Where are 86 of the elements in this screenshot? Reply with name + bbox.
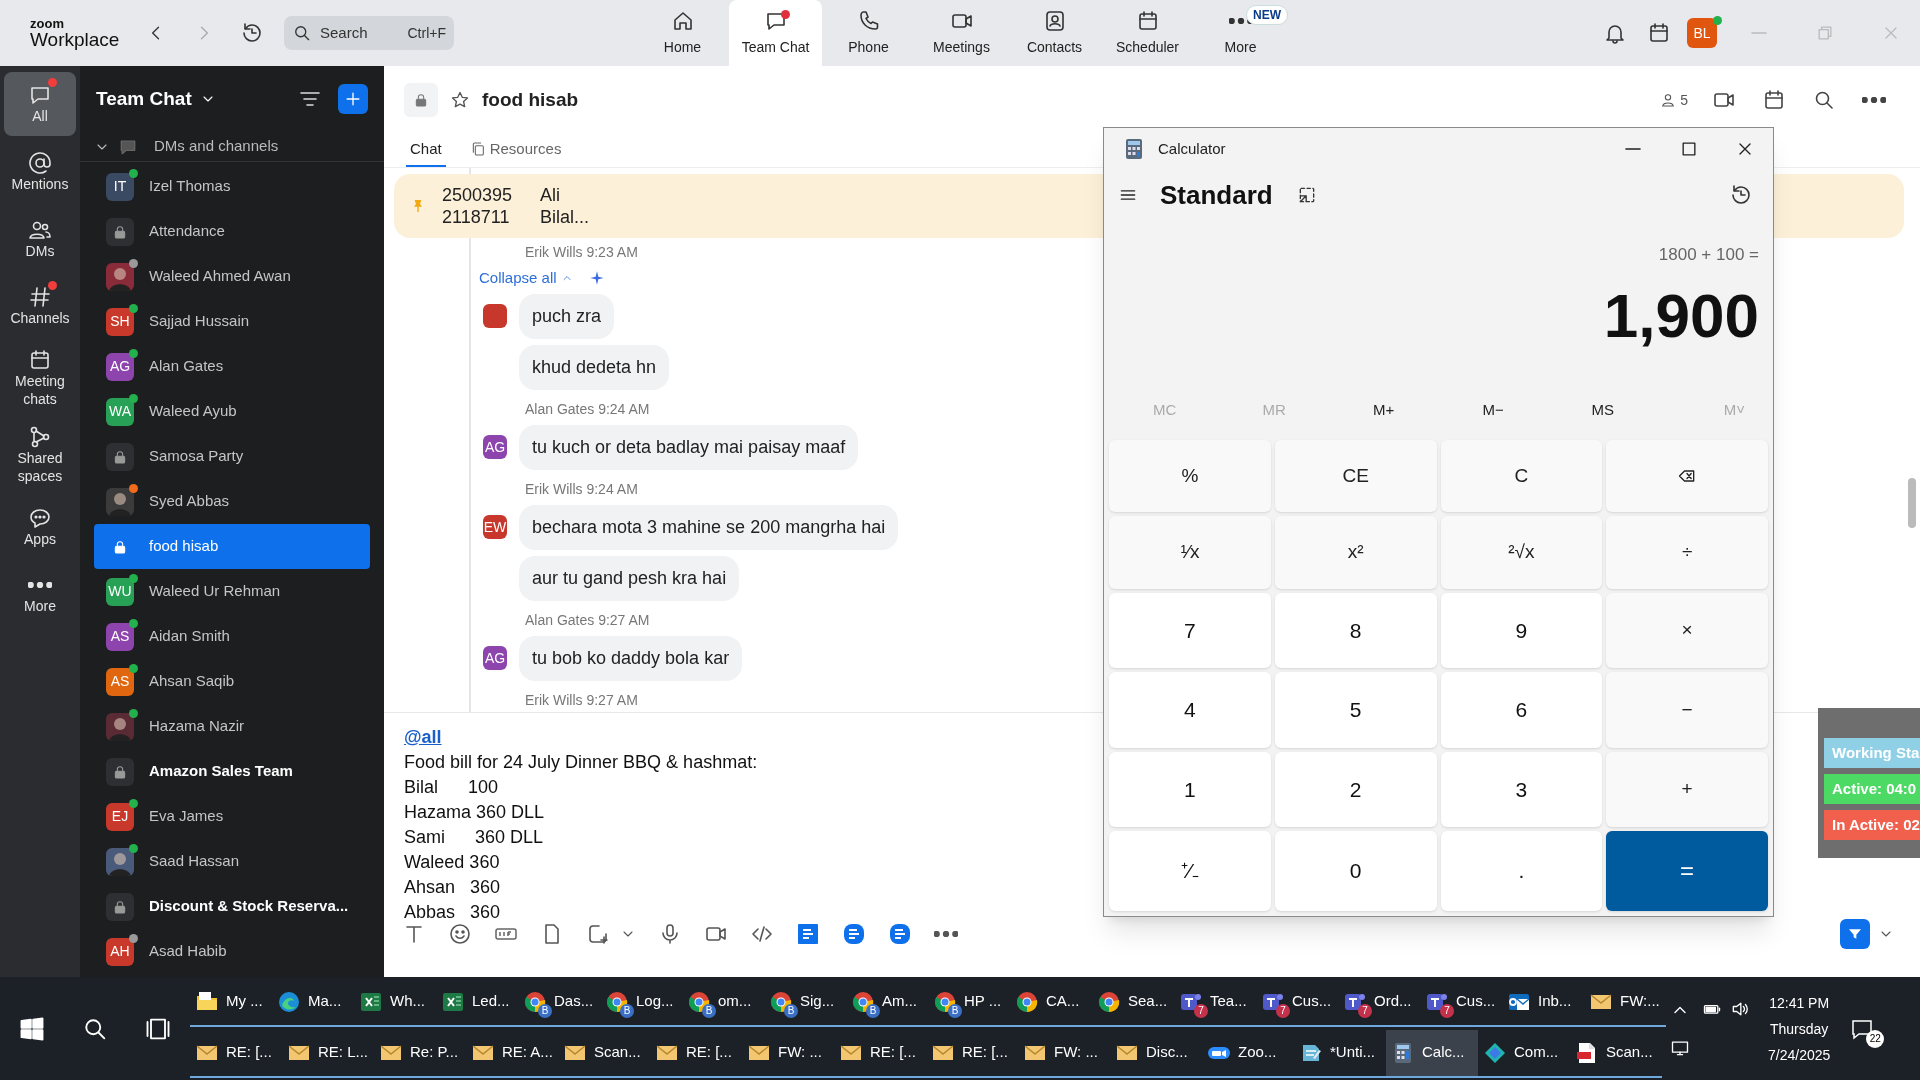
message-bubble: khud dedeta hn	[519, 345, 670, 390]
logo-text: Workplace	[30, 30, 121, 49]
message-bubble: puch zra	[519, 294, 615, 339]
app-badge: 7	[1440, 1003, 1454, 1018]
logo-text: zoom	[30, 17, 65, 30]
channel-name: Waleed Ur Rehman	[149, 581, 281, 602]
avatar: WA	[106, 397, 134, 426]
memory-button: M˅	[1723, 398, 1745, 422]
app-badge: B	[702, 1003, 716, 1018]
message-draft-line: Hazama 360 DLL	[404, 801, 545, 824]
status-row: Working Sta	[1824, 738, 1920, 768]
app-badge: 7	[1276, 1003, 1290, 1018]
memory-button: MC	[1110, 398, 1220, 422]
avatar: IT	[106, 172, 134, 201]
channel-name: Sajjad Hussain	[149, 311, 250, 332]
message-draft-line: Bilal 100	[404, 776, 499, 799]
message-bubble: aur tu gand pesh kra hai	[519, 556, 740, 601]
app-badge: B	[620, 1003, 634, 1018]
message-time: 9:24 AM	[598, 401, 650, 417]
avatar: AG	[106, 352, 134, 381]
message-draft-line: Sami 360 DLL	[404, 826, 544, 849]
clock-time: 12:41 PM	[1769, 993, 1830, 1013]
sender-name: Erik Wills	[525, 244, 583, 260]
window-title: Calculator	[1158, 138, 1226, 159]
avatar: AG	[483, 646, 507, 670]
avatar: SH	[106, 307, 134, 336]
channel-name: Waleed Ahmed Awan	[149, 266, 291, 287]
sender-name: Alan Gates	[525, 401, 595, 417]
channel-name: Waleed Ayub	[149, 401, 237, 422]
sender-name: Alan Gates	[525, 612, 595, 628]
avatar: EJ	[106, 802, 134, 831]
avatar: AH	[106, 937, 134, 966]
clock-day: Thursday	[1769, 1015, 1829, 1042]
channel-name: Syed Abbas	[149, 491, 230, 512]
memory-button: MR	[1219, 398, 1329, 422]
channel-name: Ahsan Saqib	[149, 671, 235, 692]
app-badge: 7	[1194, 1003, 1208, 1018]
sender-name: Erik Wills	[525, 692, 583, 708]
channel-name: food hisab	[149, 536, 219, 557]
message-draft-line: Abbas 360	[404, 901, 501, 924]
message-draft-line: Ahsan 360	[404, 876, 501, 899]
pinned-text: Ali	[540, 184, 562, 206]
result-display: 1,900	[1603, 279, 1759, 352]
new-badge: NEW	[1246, 5, 1288, 25]
channel-title: food hisab	[482, 87, 579, 112]
app-badge: B	[948, 1003, 962, 1018]
pinned-text: Bilal...	[540, 206, 590, 228]
message-time: 9:27 AM	[598, 612, 650, 628]
avatar: EW	[483, 515, 507, 539]
channel-name: Aidan Smith	[149, 626, 230, 647]
sender-name: Erik Wills	[525, 481, 583, 497]
message-bubble: tu kuch or deta badlay mai paisay maaf	[519, 425, 859, 470]
message-draft-line: Food bill for 24 July Dinner BBQ & hashmat:	[404, 751, 758, 774]
channel-name: Amazon Sales Team	[149, 761, 293, 782]
status-row: Active: 04:0	[1824, 774, 1920, 804]
expression-text: 1800 + 100 =	[1658, 244, 1759, 266]
app-badge: B	[866, 1003, 880, 1018]
notification-count: 22	[1866, 1029, 1885, 1048]
message-time: 9:27 AM	[586, 692, 638, 708]
message-draft-line: Waleed 360	[404, 851, 500, 874]
channel-name: Hazama Nazir	[149, 716, 245, 737]
pinned-text: 2118711	[442, 206, 511, 228]
app-badge: 7	[1358, 1003, 1372, 1018]
channel-name: Samosa Party	[149, 446, 244, 467]
calculator-mode: Standard	[1160, 178, 1273, 212]
status-row: In Active: 02	[1824, 810, 1920, 840]
channel-name: Discount & Stock Reserva...	[149, 896, 349, 917]
shortcut-hint: Ctrl+F	[407, 23, 446, 43]
message-bubble: tu bob ko daddy bola kar	[519, 636, 743, 681]
app-badge: B	[784, 1003, 798, 1018]
avatar: WU	[106, 577, 134, 606]
channel-name: Asad Habib	[149, 941, 227, 962]
channel-name: Saad Hassan	[149, 851, 240, 872]
channel-name: Eva James	[149, 806, 224, 827]
channel-name: Izel Thomas	[149, 176, 231, 197]
avatar: AS	[106, 667, 134, 696]
channel-name: Attendance	[149, 221, 225, 242]
clock-date: 7/24/2025	[1768, 1045, 1831, 1065]
pinned-text: 2500395	[442, 184, 513, 206]
channel-name: Alan Gates	[149, 356, 224, 377]
app-badge: B	[538, 1003, 552, 1018]
message-time: 9:24 AM	[586, 481, 638, 497]
avatar: AG	[483, 435, 507, 459]
message-bubble: bechara mota 3 mahine se 200 mangrha hai	[519, 505, 899, 550]
avatar: AS	[106, 622, 134, 651]
message-time: 9:23 AM	[586, 244, 638, 260]
